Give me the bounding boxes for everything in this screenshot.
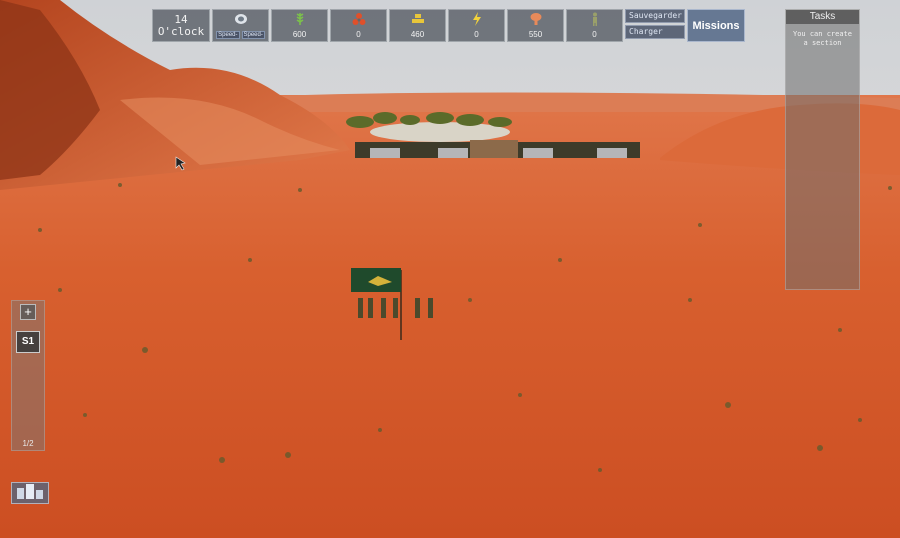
world-icon xyxy=(234,12,248,26)
top-hud: 14 O'clock Speed- Speed- 600 0 460 0 550… xyxy=(152,9,745,42)
speed-control: Speed- Speed- xyxy=(212,9,269,42)
clock-hour: 14 xyxy=(174,12,188,26)
missions-button[interactable]: Missions xyxy=(687,9,745,42)
tasks-panel: Tasks You can create a section xyxy=(785,9,860,290)
add-section-button[interactable]: + xyxy=(20,304,36,320)
wheat-icon xyxy=(293,12,307,26)
section-page-indicator: 1/2 xyxy=(22,439,34,448)
save-load-group: Sauvegarder Charger xyxy=(625,9,685,42)
resource-food: 600 xyxy=(271,9,328,42)
resource-energy: 0 xyxy=(448,9,505,42)
resource-chemicals: 0 xyxy=(330,9,387,42)
mushroom-cloud-icon xyxy=(529,12,543,26)
save-button[interactable]: Sauvegarder xyxy=(625,9,685,23)
resource-nuclear: 550 xyxy=(507,9,564,42)
nuclear-value: 550 xyxy=(528,30,543,39)
desert-scene xyxy=(0,0,900,538)
biohazard-icon xyxy=(352,12,366,26)
task-item: You can create a section xyxy=(792,30,852,47)
tasks-title: Tasks xyxy=(786,10,859,24)
build-menu-button[interactable] xyxy=(11,482,49,504)
resource-troops: 0 xyxy=(566,9,623,42)
gold-value: 460 xyxy=(410,30,425,39)
energy-value: 0 xyxy=(474,30,479,39)
buildings-icon xyxy=(15,483,45,504)
troops-value: 0 xyxy=(592,30,597,39)
game-clock: 14 O'clock xyxy=(152,9,210,42)
load-button[interactable]: Charger xyxy=(625,25,685,39)
resource-gold: 460 xyxy=(389,9,446,42)
food-value: 600 xyxy=(292,30,307,39)
clock-suffix: O'clock xyxy=(157,24,205,38)
lightning-icon xyxy=(470,12,484,26)
section-s1-button[interactable]: S1 xyxy=(16,331,40,353)
speed-down-button[interactable]: Speed- xyxy=(216,31,240,39)
soldier-icon xyxy=(588,12,602,26)
chemicals-value: 0 xyxy=(356,30,361,39)
section-panel: + S1 1/2 xyxy=(11,300,45,451)
speed-up-button[interactable]: Speed- xyxy=(241,31,265,39)
gold-bars-icon xyxy=(411,12,425,26)
